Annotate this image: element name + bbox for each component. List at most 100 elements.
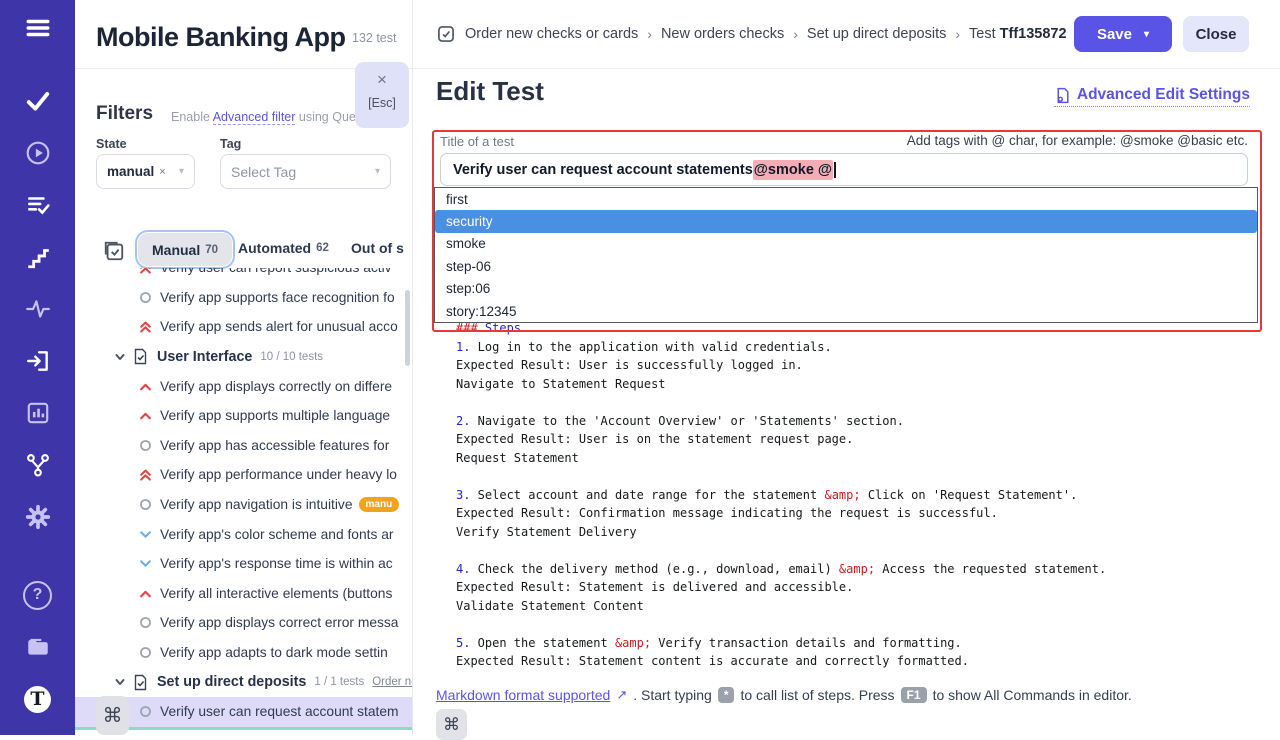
tree-test-row[interactable]: Verify app performance under heavy lo bbox=[75, 460, 412, 490]
save-label: Save bbox=[1097, 26, 1132, 43]
tab-label: Out of s bbox=[351, 240, 404, 256]
help-icon[interactable]: ? bbox=[23, 580, 53, 610]
tag-suggestion-item[interactable]: step:06 bbox=[435, 278, 1257, 300]
tree-section-row[interactable]: User Interface 10 / 10 tests bbox=[75, 342, 412, 372]
chevron-down-icon[interactable] bbox=[114, 351, 126, 363]
chevron-down-icon[interactable]: ▾ bbox=[1144, 29, 1149, 40]
tag-select[interactable]: Select Tag ▾ bbox=[220, 154, 391, 189]
tag-suggestion-item[interactable]: story:12345 bbox=[435, 300, 1257, 322]
breadcrumb-item[interactable]: New orders checks bbox=[661, 26, 784, 42]
steps-editor[interactable]: ### Steps1. Log in to the application wi… bbox=[456, 319, 1106, 671]
footer-text: . Start typing bbox=[633, 687, 712, 703]
tree-test-row[interactable]: Verify app's response time is within ac bbox=[75, 549, 412, 579]
icon-rail: ?T bbox=[0, 0, 75, 735]
tab-count: 70 bbox=[205, 244, 218, 256]
branch-icon[interactable] bbox=[23, 450, 53, 480]
chevron-down-icon: ▾ bbox=[375, 166, 380, 177]
esc-label: [Esc] bbox=[355, 96, 409, 110]
section-link[interactable]: Order ne bbox=[372, 676, 412, 688]
priority-low-icon bbox=[139, 557, 152, 570]
state-remove-icon[interactable]: × bbox=[159, 166, 165, 178]
tree-test-row[interactable]: Verify app displays correct error messa bbox=[75, 608, 412, 638]
editor-line: Navigate to Statement Request bbox=[456, 375, 1106, 394]
markdown-supported-link[interactable]: Markdown format supported bbox=[436, 687, 610, 703]
tree-scrollbar[interactable] bbox=[405, 290, 410, 366]
tree-section-row[interactable]: Set up direct deposits1 / 1 testsOrder n… bbox=[75, 667, 412, 697]
priority-normal-icon bbox=[139, 616, 152, 629]
testomat-logo[interactable]: T bbox=[23, 684, 53, 714]
tab-automated[interactable]: Automated62 bbox=[238, 240, 329, 256]
test-title: Verify app's response time is within ac bbox=[160, 556, 393, 571]
breadcrumb-current[interactable]: Test Tff135872 bbox=[969, 26, 1067, 42]
test-title: Verify app adapts to dark mode settin bbox=[160, 645, 388, 660]
tab-out-of-s[interactable]: Out of s bbox=[351, 240, 404, 256]
tree-test-row[interactable]: Verify app navigation is intuitivemanu bbox=[75, 490, 412, 520]
tag-suggestion-item[interactable]: first bbox=[435, 188, 1257, 210]
editor-line: Expected Result: User is successfully lo… bbox=[456, 356, 1106, 375]
page-title: Edit Test bbox=[436, 76, 544, 107]
analytics-icon[interactable] bbox=[23, 398, 53, 428]
tree-test-row[interactable]: Verify app supports face recognition fo bbox=[75, 283, 412, 313]
tag-suggestion-item[interactable]: step-06 bbox=[435, 255, 1257, 277]
tab-label: Automated bbox=[238, 240, 311, 256]
priority-normal-icon bbox=[139, 646, 152, 659]
test-title: Verify app sends alert for unusual acco bbox=[160, 319, 398, 334]
tags-hint: Add tags with @ char, for example: @smok… bbox=[907, 133, 1248, 148]
test-id: Tff135872 bbox=[1000, 26, 1067, 42]
tag-suggestions-dropdown: firstsecuritysmokestep-06step:06story:12… bbox=[434, 187, 1258, 323]
save-button[interactable]: Save ▾ bbox=[1074, 16, 1172, 52]
tree-test-row[interactable]: Verify app has accessible features for bbox=[75, 431, 412, 461]
test-title: Verify user can report suspicious activ bbox=[160, 268, 392, 275]
tree-test-row[interactable]: Verify app adapts to dark mode settin bbox=[75, 638, 412, 668]
check-square-icon bbox=[436, 24, 456, 44]
import-icon[interactable] bbox=[23, 346, 53, 376]
tree-test-row[interactable]: Verify user can report suspicious activ bbox=[75, 268, 412, 283]
tag-suggestion-item[interactable]: security bbox=[435, 210, 1257, 232]
breadcrumb-separator: › bbox=[955, 26, 960, 42]
section-count: 10 / 10 tests bbox=[260, 351, 323, 363]
tree-test-row[interactable]: Verify app sends alert for unusual acco bbox=[75, 312, 412, 342]
test-title-input[interactable]: Verify user can request account statemen… bbox=[440, 153, 1248, 186]
advanced-filter-link[interactable]: Advanced filter bbox=[213, 110, 296, 125]
breadcrumb-item[interactable]: Order new checks or cards bbox=[465, 26, 638, 42]
test-title: Verify app performance under heavy lo bbox=[160, 467, 397, 482]
tag-label: Tag bbox=[220, 137, 241, 151]
editor-line bbox=[456, 467, 1106, 486]
runs-check-icon[interactable] bbox=[23, 86, 53, 116]
tag-highlight: @smoke @ bbox=[753, 160, 833, 180]
tree-test-row[interactable]: Verify app supports multiple language bbox=[75, 401, 412, 431]
test-title: Verify app displays correctly on differe bbox=[160, 379, 392, 394]
projects-folder-icon[interactable] bbox=[23, 632, 53, 662]
editor-line: Expected Result: Statement is delivered … bbox=[456, 578, 1106, 597]
priority-low-icon bbox=[139, 528, 152, 541]
steps-icon[interactable] bbox=[23, 242, 53, 272]
section-label: User Interface bbox=[157, 349, 252, 365]
select-all-icon[interactable] bbox=[103, 240, 125, 262]
filters-heading: Filters bbox=[96, 103, 153, 125]
command-key-chip[interactable]: ⌘ bbox=[96, 696, 129, 735]
editor-line: Expected Result: Statement content is ac… bbox=[456, 652, 1106, 671]
editor-line: 2. Navigate to the 'Account Overview' or… bbox=[456, 412, 1106, 431]
close-button[interactable]: Close bbox=[1183, 16, 1249, 52]
priority-high-icon bbox=[139, 409, 152, 422]
project-panel: Mobile Banking App 132 test Filters Enab… bbox=[75, 0, 413, 735]
command-key-chip[interactable]: ⌘ bbox=[436, 709, 467, 740]
breadcrumb-item[interactable]: Set up direct deposits bbox=[807, 26, 946, 42]
tree-test-row[interactable]: Verify app's color scheme and fonts ar bbox=[75, 519, 412, 549]
play-circle-icon[interactable] bbox=[23, 138, 53, 168]
settings-gear-icon[interactable] bbox=[23, 502, 53, 532]
test-plans-icon[interactable] bbox=[23, 190, 53, 220]
state-select[interactable]: manual × ▾ bbox=[96, 154, 195, 189]
footer-text: to show All Commands in editor. bbox=[933, 687, 1132, 703]
pulse-icon[interactable] bbox=[23, 294, 53, 324]
tab-manual[interactable]: Manual70 bbox=[138, 233, 232, 266]
tree-test-row[interactable]: Verify all interactive elements (buttons bbox=[75, 579, 412, 609]
tag-suggestion-item[interactable]: smoke bbox=[435, 233, 1257, 255]
breadcrumb: Order new checks or cards › New orders che… bbox=[436, 0, 1136, 68]
tree-test-row[interactable]: Verify app displays correctly on differe bbox=[75, 371, 412, 401]
chevron-down-icon[interactable] bbox=[114, 676, 126, 688]
menu-icon[interactable] bbox=[23, 13, 53, 43]
close-panel-button[interactable]: × [Esc] bbox=[355, 62, 409, 128]
editor-line: Expected Result: User is on the statemen… bbox=[456, 430, 1106, 449]
advanced-edit-settings-link[interactable]: Advanced Edit Settings bbox=[1054, 86, 1250, 107]
